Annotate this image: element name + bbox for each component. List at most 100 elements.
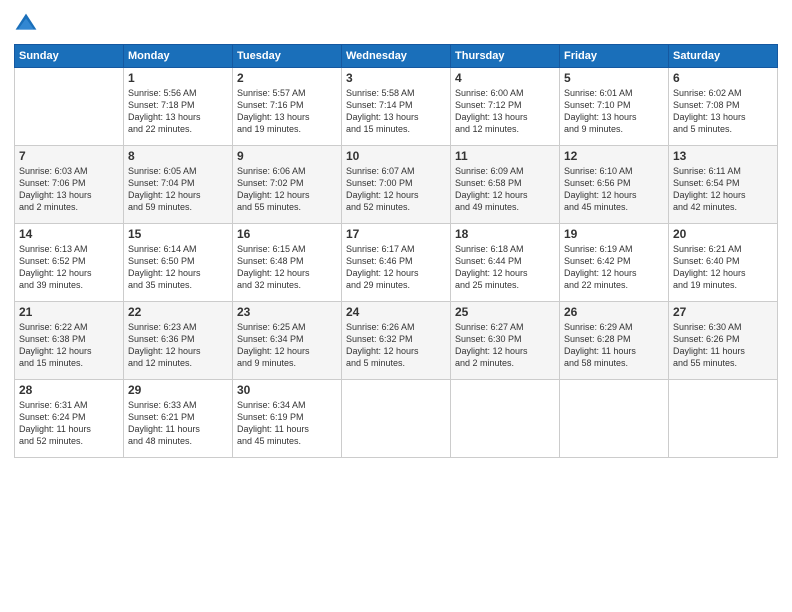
calendar-header: SundayMondayTuesdayWednesdayThursdayFrid…: [15, 45, 778, 68]
day-info: Sunrise: 6:09 AM Sunset: 6:58 PM Dayligh…: [455, 165, 555, 214]
day-number: 24: [346, 305, 446, 319]
day-info: Sunrise: 6:10 AM Sunset: 6:56 PM Dayligh…: [564, 165, 664, 214]
week-row-5: 28 Sunrise: 6:31 AM Sunset: 6:24 PM Dayli…: [15, 380, 778, 458]
day-info: Sunrise: 6:15 AM Sunset: 6:48 PM Dayligh…: [237, 243, 337, 292]
calendar-cell: 27 Sunrise: 6:30 AM Sunset: 6:26 PM Dayli…: [669, 302, 778, 380]
calendar-cell: [342, 380, 451, 458]
day-number: 4: [455, 71, 555, 85]
page: SundayMondayTuesdayWednesdayThursdayFrid…: [0, 0, 792, 612]
calendar-cell: 19 Sunrise: 6:19 AM Sunset: 6:42 PM Dayli…: [560, 224, 669, 302]
day-info: Sunrise: 6:07 AM Sunset: 7:00 PM Dayligh…: [346, 165, 446, 214]
day-number: 3: [346, 71, 446, 85]
day-number: 12: [564, 149, 664, 163]
day-number: 7: [19, 149, 119, 163]
day-info: Sunrise: 6:23 AM Sunset: 6:36 PM Dayligh…: [128, 321, 228, 370]
day-number: 6: [673, 71, 773, 85]
day-number: 18: [455, 227, 555, 241]
calendar-cell: 17 Sunrise: 6:17 AM Sunset: 6:46 PM Dayli…: [342, 224, 451, 302]
day-number: 25: [455, 305, 555, 319]
calendar-cell: 3 Sunrise: 5:58 AM Sunset: 7:14 PM Daylig…: [342, 68, 451, 146]
logo: [14, 10, 42, 36]
day-info: Sunrise: 6:18 AM Sunset: 6:44 PM Dayligh…: [455, 243, 555, 292]
week-row-1: 1 Sunrise: 5:56 AM Sunset: 7:18 PM Daylig…: [15, 68, 778, 146]
calendar-cell: 8 Sunrise: 6:05 AM Sunset: 7:04 PM Daylig…: [124, 146, 233, 224]
calendar-cell: [669, 380, 778, 458]
day-number: 29: [128, 383, 228, 397]
calendar-cell: 11Sunrise: 6:09 AM Sunset: 6:58 PM Dayli…: [451, 146, 560, 224]
day-info: Sunrise: 6:27 AM Sunset: 6:30 PM Dayligh…: [455, 321, 555, 370]
day-info: Sunrise: 6:17 AM Sunset: 6:46 PM Dayligh…: [346, 243, 446, 292]
day-info: Sunrise: 6:00 AM Sunset: 7:12 PM Dayligh…: [455, 87, 555, 136]
calendar-cell: 9 Sunrise: 6:06 AM Sunset: 7:02 PM Daylig…: [233, 146, 342, 224]
day-info: Sunrise: 6:01 AM Sunset: 7:10 PM Dayligh…: [564, 87, 664, 136]
day-info: Sunrise: 6:34 AM Sunset: 6:19 PM Dayligh…: [237, 399, 337, 448]
calendar-cell: 22Sunrise: 6:23 AM Sunset: 6:36 PM Dayli…: [124, 302, 233, 380]
calendar-cell: 10 Sunrise: 6:07 AM Sunset: 7:00 PM Dayli…: [342, 146, 451, 224]
day-number: 10: [346, 149, 446, 163]
day-info: Sunrise: 6:19 AM Sunset: 6:42 PM Dayligh…: [564, 243, 664, 292]
day-info: Sunrise: 5:58 AM Sunset: 7:14 PM Dayligh…: [346, 87, 446, 136]
calendar-cell: 12 Sunrise: 6:10 AM Sunset: 6:56 PM Dayli…: [560, 146, 669, 224]
calendar-cell: 13 Sunrise: 6:11 AM Sunset: 6:54 PM Dayli…: [669, 146, 778, 224]
calendar-cell: 15 Sunrise: 6:14 AM Sunset: 6:50 PM Dayli…: [124, 224, 233, 302]
weekday-header-sunday: Sunday: [15, 45, 124, 68]
week-row-4: 21 Sunrise: 6:22 AM Sunset: 6:38 PM Dayli…: [15, 302, 778, 380]
day-info: Sunrise: 6:02 AM Sunset: 7:08 PM Dayligh…: [673, 87, 773, 136]
calendar-table: SundayMondayTuesdayWednesdayThursdayFrid…: [14, 44, 778, 458]
calendar-cell: 2Sunrise: 5:57 AM Sunset: 7:16 PM Daylig…: [233, 68, 342, 146]
weekday-header-thursday: Thursday: [451, 45, 560, 68]
day-info: Sunrise: 6:33 AM Sunset: 6:21 PM Dayligh…: [128, 399, 228, 448]
day-number: 1: [128, 71, 228, 85]
day-info: Sunrise: 6:22 AM Sunset: 6:38 PM Dayligh…: [19, 321, 119, 370]
calendar-cell: 7 Sunrise: 6:03 AM Sunset: 7:06 PM Daylig…: [15, 146, 124, 224]
day-number: 26: [564, 305, 664, 319]
week-row-3: 14Sunrise: 6:13 AM Sunset: 6:52 PM Dayli…: [15, 224, 778, 302]
day-number: 15: [128, 227, 228, 241]
calendar-cell: 6 Sunrise: 6:02 AM Sunset: 7:08 PM Daylig…: [669, 68, 778, 146]
weekday-header-friday: Friday: [560, 45, 669, 68]
calendar-cell: 24 Sunrise: 6:26 AM Sunset: 6:32 PM Dayli…: [342, 302, 451, 380]
calendar-cell: 16 Sunrise: 6:15 AM Sunset: 6:48 PM Dayli…: [233, 224, 342, 302]
calendar-cell: 25 Sunrise: 6:27 AM Sunset: 6:30 PM Dayli…: [451, 302, 560, 380]
day-number: 28: [19, 383, 119, 397]
day-info: Sunrise: 6:05 AM Sunset: 7:04 PM Dayligh…: [128, 165, 228, 214]
day-info: Sunrise: 6:29 AM Sunset: 6:28 PM Dayligh…: [564, 321, 664, 370]
logo-icon: [14, 12, 38, 36]
weekday-header-wednesday: Wednesday: [342, 45, 451, 68]
day-number: 23: [237, 305, 337, 319]
calendar-cell: 20Sunrise: 6:21 AM Sunset: 6:40 PM Dayli…: [669, 224, 778, 302]
day-number: 16: [237, 227, 337, 241]
day-number: 9: [237, 149, 337, 163]
day-info: Sunrise: 6:13 AM Sunset: 6:52 PM Dayligh…: [19, 243, 119, 292]
day-info: Sunrise: 5:56 AM Sunset: 7:18 PM Dayligh…: [128, 87, 228, 136]
day-number: 8: [128, 149, 228, 163]
calendar-cell: 29 Sunrise: 6:33 AM Sunset: 6:21 PM Dayli…: [124, 380, 233, 458]
day-number: 21: [19, 305, 119, 319]
header: [14, 10, 778, 36]
calendar-cell: 1 Sunrise: 5:56 AM Sunset: 7:18 PM Daylig…: [124, 68, 233, 146]
calendar-cell: 14Sunrise: 6:13 AM Sunset: 6:52 PM Dayli…: [15, 224, 124, 302]
day-info: Sunrise: 6:06 AM Sunset: 7:02 PM Dayligh…: [237, 165, 337, 214]
day-info: Sunrise: 6:14 AM Sunset: 6:50 PM Dayligh…: [128, 243, 228, 292]
calendar-cell: [451, 380, 560, 458]
day-info: Sunrise: 6:03 AM Sunset: 7:06 PM Dayligh…: [19, 165, 119, 214]
calendar-cell: 28 Sunrise: 6:31 AM Sunset: 6:24 PM Dayli…: [15, 380, 124, 458]
calendar-cell: 18 Sunrise: 6:18 AM Sunset: 6:44 PM Dayli…: [451, 224, 560, 302]
day-info: Sunrise: 6:25 AM Sunset: 6:34 PM Dayligh…: [237, 321, 337, 370]
day-number: 13: [673, 149, 773, 163]
weekday-header-tuesday: Tuesday: [233, 45, 342, 68]
day-info: Sunrise: 6:11 AM Sunset: 6:54 PM Dayligh…: [673, 165, 773, 214]
day-number: 17: [346, 227, 446, 241]
calendar-cell: [15, 68, 124, 146]
calendar-cell: [560, 380, 669, 458]
day-info: Sunrise: 6:30 AM Sunset: 6:26 PM Dayligh…: [673, 321, 773, 370]
weekday-header-saturday: Saturday: [669, 45, 778, 68]
day-info: Sunrise: 6:26 AM Sunset: 6:32 PM Dayligh…: [346, 321, 446, 370]
day-number: 27: [673, 305, 773, 319]
day-number: 19: [564, 227, 664, 241]
calendar-cell: 23 Sunrise: 6:25 AM Sunset: 6:34 PM Dayli…: [233, 302, 342, 380]
day-info: Sunrise: 6:31 AM Sunset: 6:24 PM Dayligh…: [19, 399, 119, 448]
calendar-cell: 5Sunrise: 6:01 AM Sunset: 7:10 PM Daylig…: [560, 68, 669, 146]
day-info: Sunrise: 5:57 AM Sunset: 7:16 PM Dayligh…: [237, 87, 337, 136]
calendar-cell: 4 Sunrise: 6:00 AM Sunset: 7:12 PM Daylig…: [451, 68, 560, 146]
